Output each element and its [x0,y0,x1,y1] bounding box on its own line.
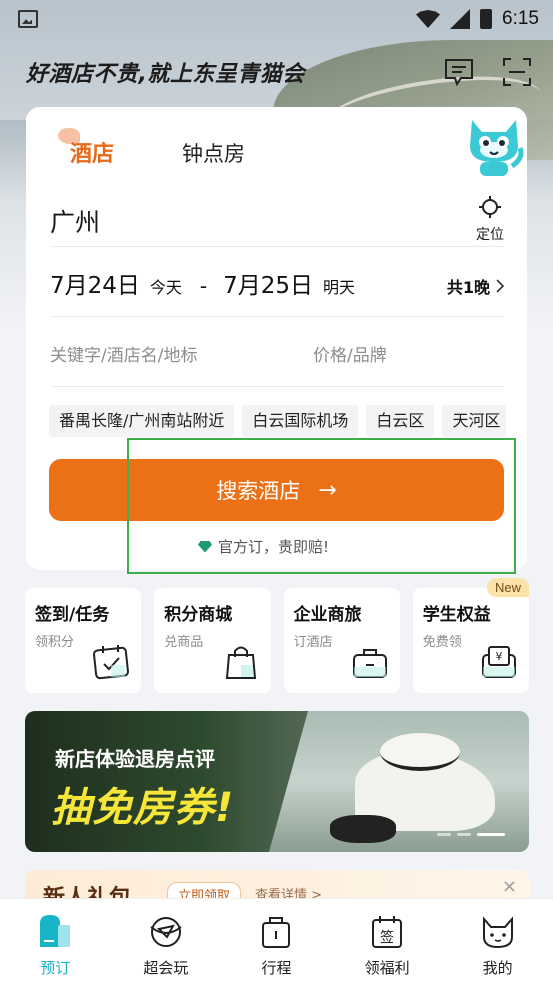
tab-hourly-room[interactable]: 钟点房 [182,138,245,168]
banner-subtitle: 新店体验退房点评 [55,747,215,771]
nav-label: 超会玩 [143,959,189,977]
banner-title: 抽免房券! [51,785,235,831]
nav-welfare[interactable]: 签 领福利 [347,913,427,983]
nav-mine[interactable]: 我的 [458,913,538,983]
date-selector[interactable]: 7月24日 今天 - 7月25日 明天 共1晚 [50,266,504,300]
nav-play[interactable]: 超会玩 [126,913,206,983]
quick-entry-business-travel[interactable]: 企业商旅 订酒店 [283,588,400,693]
nav-booking[interactable]: 预订 [15,913,95,983]
divider [50,246,504,247]
nav-label: 我的 [482,959,513,977]
quick-entries: 签到/任务 领积分 积分商城 兑商品 企业商旅 订酒店 New 学生权益 免费领… [25,578,529,693]
hot-area-chips: 番禺长隆/广州南站附近 白云国际机场 白云区 天河区 [49,405,506,437]
slogan: 好酒店不贵,就上东呈青猫会 [26,62,305,87]
guarantee-text: 官方订，贵即赔! [218,538,330,556]
quick-entry-title: 学生权益 [422,605,491,625]
search-hotel-button[interactable]: 搜索酒店 → [49,459,504,521]
header: 好酒店不贵,就上东呈青猫会 [26,52,533,92]
wifi-icon [416,10,441,28]
new-badge: New [486,578,529,597]
checkin-day: 今天 [149,278,182,297]
date-separator: - [199,274,208,298]
gallery-icon [18,10,38,28]
cat-profile-icon [482,916,513,949]
banner-hat [380,733,460,771]
locate-button[interactable]: 定位 [470,196,510,244]
chip-area[interactable]: 白云国际机场 [242,405,359,437]
cat-mascot-icon [462,108,526,180]
play-icon [150,917,182,947]
price-brand-filter[interactable]: 价格/品牌 [313,341,387,366]
quick-entry-student[interactable]: New 学生权益 免费领 ¥ [412,578,529,693]
scan-icon[interactable] [501,57,533,87]
voucher-icon: ¥ [482,646,516,678]
nav-label: 预订 [40,959,71,977]
nights-label: 共1晚 [446,278,490,297]
quick-entry-title: 签到/任务 [35,605,110,625]
pagination-dot [437,833,451,836]
locate-label: 定位 [476,227,504,243]
svg-text:签: 签 [380,929,394,946]
quick-entry-title: 积分商城 [164,605,233,625]
trip-icon [262,917,291,948]
calendar-check-icon [93,645,130,680]
arrow-right-icon: → [318,477,337,503]
banner-pagination [437,833,505,836]
signal-icon [450,9,471,29]
tab-hotel[interactable]: 酒店 [70,136,114,168]
checkin-date: 7月24日 [50,273,140,299]
divider [50,386,504,387]
search-button-label: 搜索酒店 [216,479,301,503]
crosshair-icon [479,196,501,218]
quick-entry-title: 企业商旅 [293,605,362,625]
city-selector[interactable]: 广州 [50,203,100,239]
banner-pillow [330,815,396,843]
bottom-nav: 预订 超会玩 行程 签 领福利 我的 [0,898,553,983]
battery-icon [480,9,493,29]
quick-entry-points-mall[interactable]: 积分商城 兑商品 [154,588,271,693]
nav-label: 行程 [261,959,292,977]
nights-count: 共1晚 [447,274,504,298]
booking-icon [40,915,71,947]
chip-area[interactable]: 天河区 [442,405,506,437]
quick-entry-signin[interactable]: 签到/任务 领积分 [25,588,142,693]
pagination-dot-active [477,833,505,836]
price-guarantee: 官方订，贵即赔! [198,536,329,557]
close-icon[interactable]: × [502,876,517,897]
diamond-icon [198,540,212,553]
checkout-date: 7月25日 [223,273,314,299]
divider [50,316,504,317]
chip-area[interactable]: 白云区 [366,405,435,437]
sign-in-icon: 签 [372,916,403,948]
chevron-right-icon [496,279,504,293]
briefcase-icon [352,649,387,678]
nav-label: 领福利 [364,959,410,977]
clock: 6:15 [502,8,539,29]
keyword-input[interactable]: 关键字/酒店名/地标 [50,341,197,366]
nav-trip[interactable]: 行程 [236,913,316,983]
checkout-day: 明天 [323,278,356,297]
status-bar: 6:15 [0,0,553,38]
pagination-dot [457,833,471,836]
shopping-bag-icon [225,646,256,679]
promo-banner[interactable]: 新店体验退房点评 抽免房券! [25,711,529,852]
chip-area[interactable]: 番禺长隆/广州南站附近 [49,405,235,437]
message-icon[interactable] [443,57,475,87]
svg-text:¥: ¥ [496,650,503,663]
